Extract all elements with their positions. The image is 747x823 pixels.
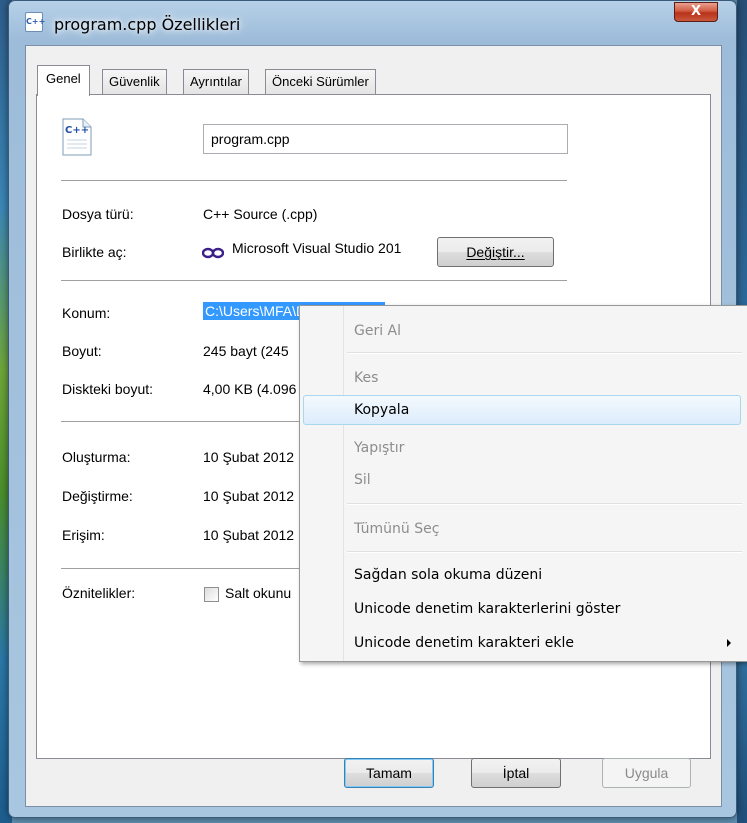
file-type-label: Dosya türü: xyxy=(62,206,134,222)
apply-button[interactable]: Uygula xyxy=(602,758,691,788)
menu-separator xyxy=(347,503,742,505)
readonly-label-text: Salt okunu xyxy=(225,585,292,601)
created-label: Oluşturma: xyxy=(62,449,131,465)
size-value: 245 bayt (245 xyxy=(203,343,289,359)
separator xyxy=(61,180,567,182)
title-bar[interactable]: C++ program.cpp Özellikleri X xyxy=(9,1,736,45)
location-label: Konum: xyxy=(62,305,111,321)
open-with-label: Birlikte aç: xyxy=(62,244,127,260)
cpp-file-icon: C++ xyxy=(25,12,45,32)
menu-item-show-unicode-control[interactable]: Unicode denetim karakterlerini göster xyxy=(303,594,741,624)
tab-security[interactable]: Güvenlik xyxy=(102,69,167,94)
tab-details[interactable]: Ayrıntılar xyxy=(183,69,249,94)
accessed-label: Erişim: xyxy=(62,527,105,543)
ok-button[interactable]: Tamam xyxy=(344,758,434,788)
menu-separator xyxy=(347,352,742,354)
cancel-button[interactable]: İptal xyxy=(471,758,561,788)
menu-item-copy[interactable]: Kopyala xyxy=(303,395,741,425)
submenu-arrow-icon xyxy=(727,639,731,647)
context-menu: Geri Al Kes Kopyala Yapıştır Sil Tümünü … xyxy=(299,305,747,662)
menu-item-paste[interactable]: Yapıştır xyxy=(303,433,741,463)
separator xyxy=(61,280,567,282)
disk-size-label: Diskteki boyut: xyxy=(62,381,154,397)
menu-item-insert-unicode-label: Unicode denetim karakteri ekle xyxy=(354,635,574,651)
disk-size-value: 4,00 KB (4.096 xyxy=(203,381,297,397)
menu-separator xyxy=(347,551,742,553)
change-button[interactable]: Değiştir... xyxy=(437,237,554,267)
tab-general[interactable]: Genel xyxy=(37,65,90,96)
readonly-checkbox[interactable] xyxy=(204,587,219,602)
cpp-document-icon: C++ xyxy=(62,118,92,156)
close-button[interactable]: X xyxy=(674,2,718,22)
change-button-label: Değiştir... xyxy=(466,244,525,260)
created-value: 10 Şubat 2012 xyxy=(203,449,295,465)
menu-item-delete[interactable]: Sil xyxy=(303,465,741,495)
readonly-label[interactable]: Salt okunu xyxy=(225,585,291,601)
menu-item-rtl-reading-order[interactable]: Sağdan sola okuma düzeni xyxy=(303,560,741,590)
file-name-input[interactable]: program.cpp xyxy=(203,124,568,154)
window-title: program.cpp Özellikleri xyxy=(54,15,241,34)
cpp-document-icon-text: C++ xyxy=(65,125,89,136)
menu-item-undo[interactable]: Geri Al xyxy=(303,316,741,346)
menu-item-select-all[interactable]: Tümünü Seç xyxy=(303,514,741,544)
visual-studio-icon xyxy=(202,247,224,259)
modified-value: 10 Şubat 2012 xyxy=(203,488,295,504)
accessed-value: 10 Şubat 2012 xyxy=(203,527,295,543)
file-type-value: C++ Source (.cpp) xyxy=(203,206,318,222)
menu-item-cut[interactable]: Kes xyxy=(303,363,741,393)
tab-previous-versions[interactable]: Önceki Sürümler xyxy=(265,69,376,94)
menu-item-insert-unicode-control[interactable]: Unicode denetim karakteri ekle xyxy=(303,628,741,658)
modified-label: Değiştirme: xyxy=(62,488,133,504)
size-label: Boyut: xyxy=(62,343,102,359)
attributes-label: Öznitelikler: xyxy=(62,585,136,601)
open-with-value: Microsoft Visual Studio 201 xyxy=(232,240,402,256)
